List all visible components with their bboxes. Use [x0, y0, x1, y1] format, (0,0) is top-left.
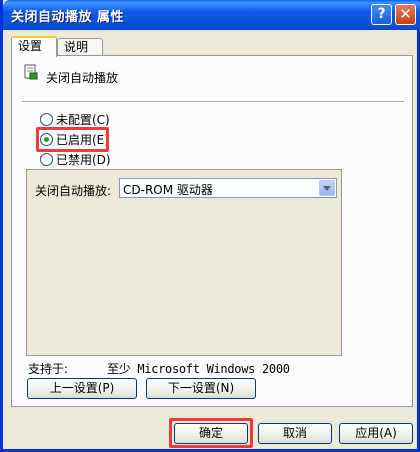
supported-value: 至少 Microsoft Windows 2000 [107, 362, 290, 376]
prev-setting-button[interactable]: 上一设置(P) [27, 378, 137, 399]
option-label: 关闭自动播放: [35, 184, 112, 198]
supported-label: 支持于: [28, 362, 69, 376]
apply-button[interactable]: 应用(A) [339, 423, 413, 444]
chevron-down-icon[interactable] [319, 180, 335, 196]
properties-dialog: 关闭自动播放 属性 ? ✕ 设置 说明 关闭自动播放 未配置(C) 已启用(E)… [0, 0, 420, 452]
close-button[interactable]: ✕ [395, 4, 416, 25]
next-setting-button[interactable]: 下一设置(N) [146, 378, 256, 399]
help-button[interactable]: ? [371, 4, 392, 25]
policy-scroll-icon [24, 64, 38, 80]
divider [22, 101, 404, 103]
window-title: 关闭自动播放 属性 [11, 10, 125, 25]
highlight-ok [169, 418, 253, 448]
policy-title: 关闭自动播放 [46, 71, 119, 85]
options-box: 关闭自动播放: CD-ROM 驱动器 [26, 169, 342, 356]
highlight-enabled [36, 127, 109, 152]
drive-select[interactable]: CD-ROM 驱动器 [119, 178, 337, 198]
tab-explain[interactable]: 说明 [57, 38, 103, 56]
tab-settings[interactable]: 设置 [11, 36, 57, 57]
settings-panel: 关闭自动播放 未配置(C) 已启用(E) 已禁用(D) 关闭自动播放: CD-R… [11, 55, 413, 407]
radio-label: 已禁用(D) [56, 153, 111, 167]
radio-label: 未配置(C) [56, 113, 110, 127]
radio-circle-icon[interactable] [40, 113, 53, 126]
cancel-button[interactable]: 取消 [258, 423, 332, 444]
title-bar[interactable]: 关闭自动播放 属性 ? ✕ [3, 0, 420, 30]
select-value: CD-ROM 驱动器 [123, 183, 213, 197]
radio-circle-icon[interactable] [40, 153, 53, 166]
